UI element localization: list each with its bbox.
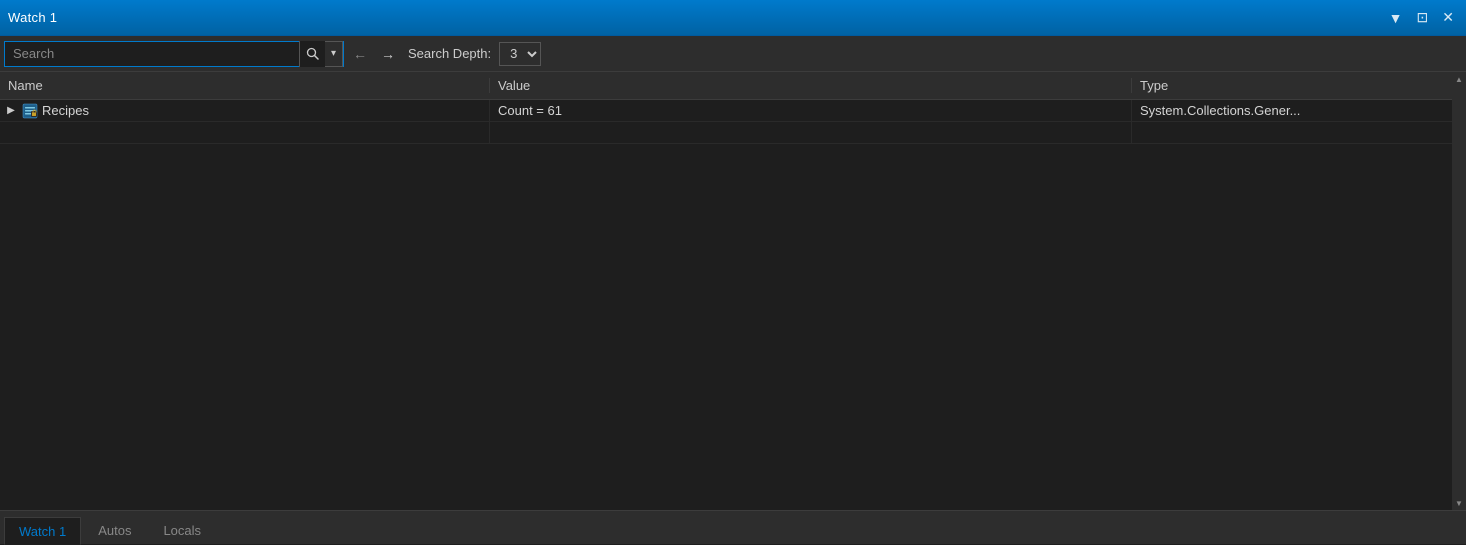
table-body: ▶ Recipes <box>0 100 1452 510</box>
title-bar: Watch 1 ▼ ⊡ ✕ <box>0 0 1466 36</box>
search-dropdown-button[interactable]: ▾ <box>325 41 343 67</box>
expand-button[interactable]: ▶ <box>4 104 18 118</box>
tab-bar: Watch 1 Autos Locals <box>0 510 1466 544</box>
search-input[interactable] <box>5 46 299 61</box>
search-box: ▾ <box>4 41 344 67</box>
tab-autos[interactable]: Autos <box>83 516 146 544</box>
variable-icon <box>22 103 38 119</box>
dropdown-arrow: ▾ <box>331 48 336 59</box>
close-icon[interactable]: ✕ <box>1438 7 1458 28</box>
type-text: System.Collections.Gener... <box>1140 103 1300 118</box>
search-button[interactable] <box>299 41 325 67</box>
depth-label: Search Depth: <box>408 46 491 61</box>
tab-watch1[interactable]: Watch 1 <box>4 517 81 545</box>
empty-type-cell <box>1132 122 1452 143</box>
scroll-down-arrow[interactable]: ▼ <box>1452 496 1466 510</box>
table-row[interactable]: ▶ Recipes <box>0 100 1452 122</box>
pin-icon[interactable]: ⊡ <box>1413 7 1433 28</box>
empty-name-cell <box>0 122 490 143</box>
empty-value-cell <box>490 122 1132 143</box>
nav-back-button[interactable]: ← <box>348 42 372 66</box>
tab-locals[interactable]: Locals <box>148 516 216 544</box>
table-header: Name Value Type <box>0 72 1452 100</box>
depth-select[interactable]: 3 1 2 4 5 <box>499 42 541 66</box>
row-type-cell: System.Collections.Gener... <box>1132 100 1452 121</box>
column-name-header: Name <box>0 78 490 93</box>
window-title: Watch 1 <box>8 10 57 25</box>
variable-name: Recipes <box>42 103 89 118</box>
row-value-cell: Count = 61 <box>490 100 1132 121</box>
watch-table: Name Value Type ▶ <box>0 72 1452 510</box>
title-actions: ▼ ⊡ ✕ <box>1385 7 1458 28</box>
nav-forward-button[interactable]: → <box>376 42 400 66</box>
scroll-up-arrow[interactable]: ▲ <box>1452 72 1466 86</box>
column-value-header: Value <box>490 78 1132 93</box>
value-text: Count = 61 <box>498 103 562 118</box>
empty-edit-row[interactable] <box>0 122 1452 144</box>
dropdown-icon[interactable]: ▼ <box>1385 8 1407 28</box>
main-area: Name Value Type ▶ <box>0 72 1466 510</box>
scrollbar[interactable]: ▲ ▼ <box>1452 72 1466 510</box>
column-type-header: Type <box>1132 78 1452 93</box>
toolbar: ▾ ← → Search Depth: 3 1 2 4 5 <box>0 36 1466 72</box>
row-name-cell: ▶ Recipes <box>0 100 490 121</box>
